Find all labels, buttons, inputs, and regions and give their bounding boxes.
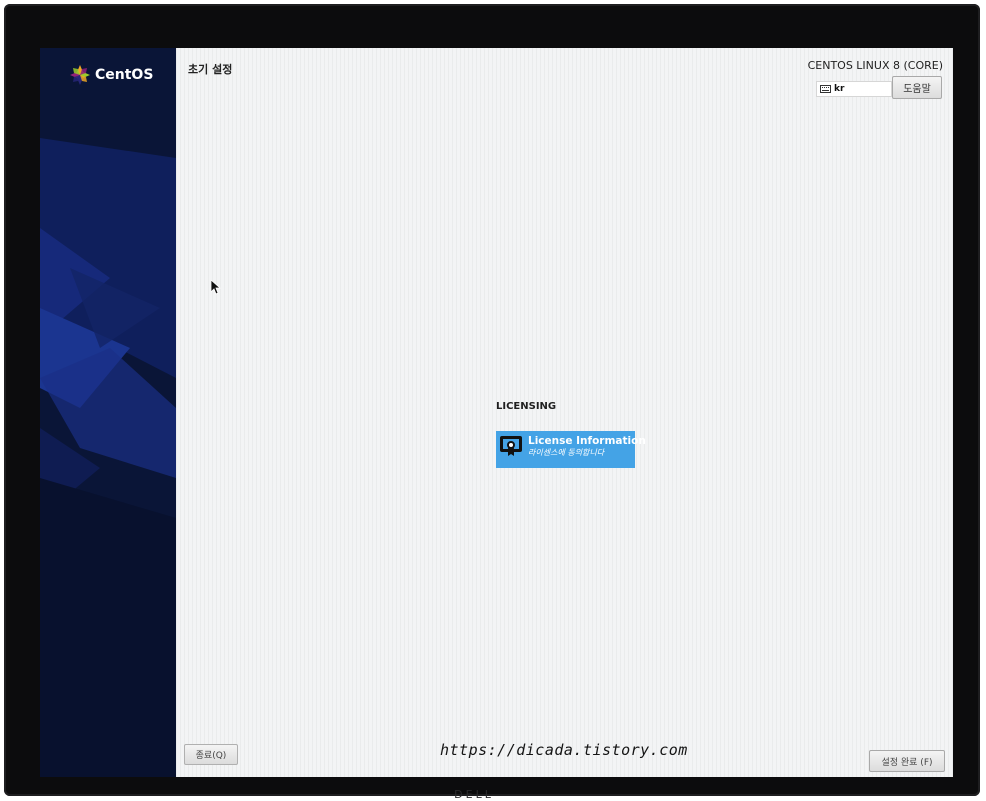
initial-setup-window: CentOS 초기 설정 CENTOS LINUX 8 (CORE) kr 도움…	[40, 48, 953, 777]
page-title: 초기 설정	[188, 63, 233, 76]
spoke-name: License Information	[528, 435, 646, 447]
centos-logo-icon	[70, 65, 90, 85]
centos-brand: CentOS	[69, 64, 153, 86]
finish-configuration-button[interactable]: 설정 완료 (F)	[869, 750, 945, 772]
monitor-brand-logo: DELL	[454, 788, 494, 801]
help-button[interactable]: 도움말	[892, 76, 942, 99]
category-licensing: LICENSING	[496, 401, 557, 412]
mouse-pointer-icon	[211, 280, 221, 295]
spoke-status: 라이센스에 동의합니다	[528, 448, 605, 457]
keyboard-icon	[820, 85, 831, 93]
license-certificate-icon	[500, 436, 522, 456]
keyboard-layout-label: kr	[834, 84, 845, 94]
watermark-url: https://dicada.tistory.com	[440, 741, 688, 759]
main-hub: 초기 설정 CENTOS LINUX 8 (CORE) kr 도움말 LICEN…	[176, 48, 953, 777]
product-title: CENTOS LINUX 8 (CORE)	[807, 59, 943, 72]
sidebar-background	[40, 48, 176, 777]
spoke-license-information[interactable]: License Information 라이센스에 동의합니다	[496, 431, 646, 468]
quit-button[interactable]: 종료(Q)	[184, 744, 238, 765]
sidebar: CentOS	[40, 48, 176, 777]
monitor-bezel: DELL CentOS 초기 설정 CENTOS LINUX 8 (CORE) …	[4, 4, 980, 801]
keyboard-layout-indicator[interactable]: kr	[816, 81, 892, 97]
brand-name: CentOS	[95, 67, 154, 83]
